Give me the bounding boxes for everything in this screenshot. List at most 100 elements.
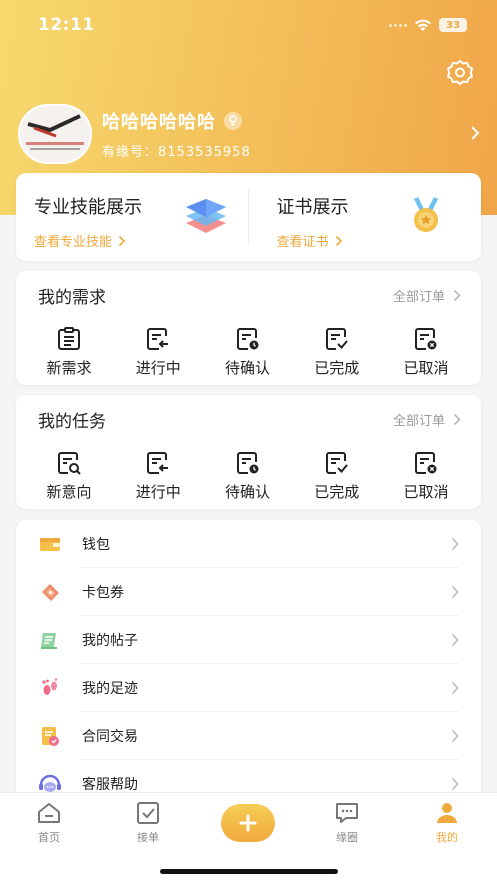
profile-id-value: 8153535958 [158, 145, 251, 160]
wallet-icon [38, 532, 62, 556]
task-pending-label: 待确认 [224, 483, 270, 501]
profile-icon [437, 803, 457, 823]
tab-mine[interactable]: 我的 [417, 801, 477, 845]
menu-label-footprints: 我的足迹 [82, 681, 138, 697]
add-icon [239, 814, 257, 832]
demand-header: 我的需求 全部订单 [16, 271, 481, 308]
menu-item-wallet[interactable]: 钱包 [16, 520, 481, 568]
signal-icon [389, 23, 407, 27]
demand-cancelled-label: 已取消 [403, 359, 449, 377]
menu-item-coupons[interactable]: 卡包券 [16, 568, 481, 616]
demand-cancelled[interactable]: 已取消 [391, 326, 461, 378]
search-doc-icon [58, 452, 81, 475]
in-progress-icon [147, 452, 169, 474]
battery-indicator: 33 [439, 18, 467, 32]
task-header: 我的任务 全部订单 [16, 395, 481, 432]
menu-label-coupons: 卡包券 [82, 585, 124, 601]
gender-female-icon [224, 112, 242, 130]
in-progress-icon [147, 328, 169, 350]
cancelled-icon [415, 328, 437, 350]
pending-confirm-icon [236, 452, 258, 474]
task-completed-label: 已完成 [314, 483, 360, 501]
menu-label-wallet: 钱包 [82, 537, 110, 553]
view-certs-label: 查看证书 [276, 235, 329, 250]
profile-id: 有缘号：8153535958 [102, 141, 251, 160]
view-certs-link[interactable]: 查看证书 [277, 231, 482, 250]
medal-icon [413, 197, 438, 232]
chat-icon [336, 803, 358, 823]
footprint-icon [38, 676, 62, 700]
certs-title: 证书展示 [276, 197, 349, 218]
chevron-right-icon [453, 289, 461, 302]
task-all-orders-link[interactable]: 全部订单 [393, 410, 461, 429]
contract-icon [38, 724, 62, 748]
add-button[interactable] [221, 804, 275, 842]
cancelled-icon [415, 452, 437, 474]
clipboard-icon [58, 327, 80, 350]
view-skills-label: 查看专业技能 [34, 235, 113, 250]
task-cancelled-label: 已取消 [403, 483, 449, 501]
pending-confirm-icon [236, 328, 258, 350]
avatar-image [20, 106, 90, 162]
chevron-right-icon [451, 585, 459, 599]
task-pending[interactable]: 待确认 [213, 450, 283, 502]
tab-accept-order[interactable]: 接单 [118, 801, 178, 845]
skills-showcase[interactable]: 专业技能展示 查看专业技能 [16, 173, 239, 261]
demand-new[interactable]: 新需求 [34, 326, 104, 378]
chevron-right-icon [335, 235, 342, 246]
home-icon [38, 803, 60, 823]
status-bar: 12:11 33 [0, 0, 497, 50]
demand-in-progress[interactable]: 进行中 [123, 326, 193, 378]
status-indicators: 33 [389, 18, 467, 32]
chevron-right-icon [451, 777, 459, 791]
profile-row[interactable]: 哈哈哈哈哈哈 有缘号：8153535958 [18, 103, 480, 165]
tab-accept-order-label: 接单 [137, 831, 159, 844]
tab-circle[interactable]: 缘圈 [317, 801, 377, 845]
task-in-progress[interactable]: 进行中 [123, 450, 193, 502]
chevron-right-icon [453, 413, 461, 426]
task-all-orders-label: 全部订单 [392, 414, 445, 429]
menu-item-contracts[interactable]: 合同交易 [16, 712, 481, 760]
task-completed[interactable]: 已完成 [302, 450, 372, 502]
status-time: 12:11 [38, 15, 95, 35]
demand-title: 我的需求 [38, 288, 106, 308]
menu-list: 钱包 卡包券 我的帖子 我的足迹 合同交易 客服帮助 [16, 520, 481, 810]
settings-button[interactable] [445, 58, 475, 88]
certs-showcase[interactable]: 证书展示 查看证书 [239, 173, 482, 261]
menu-label-contracts: 合同交易 [82, 729, 138, 745]
demand-completed[interactable]: 已完成 [302, 326, 372, 378]
task-cancelled[interactable]: 已取消 [391, 450, 461, 502]
my-demand-card: 我的需求 全部订单 新需求 进行中 待确认 已完成 已取消 [16, 271, 481, 385]
task-new-intent-label: 新意向 [46, 483, 92, 501]
completed-icon [325, 452, 348, 474]
tab-mine-label: 我的 [436, 831, 458, 844]
wifi-icon [415, 19, 431, 31]
demand-all-orders-label: 全部订单 [392, 290, 445, 305]
avatar[interactable] [18, 104, 92, 164]
chevron-right-icon [471, 126, 480, 140]
gear-icon [447, 60, 473, 85]
demand-completed-label: 已完成 [314, 359, 360, 377]
post-icon [38, 628, 62, 652]
task-title: 我的任务 [38, 412, 106, 432]
chevron-right-icon [451, 729, 459, 743]
demand-pending-label: 待确认 [224, 359, 270, 377]
layers-icon [186, 199, 226, 233]
profile-name-row: 哈哈哈哈哈哈 [102, 108, 251, 134]
tab-home-label: 首页 [38, 831, 60, 844]
menu-item-posts[interactable]: 我的帖子 [16, 616, 481, 664]
showcase-card: 专业技能展示 查看专业技能 证书展示 查看证书 [16, 173, 481, 261]
profile-info: 哈哈哈哈哈哈 有缘号：8153535958 [102, 108, 251, 160]
demand-pending[interactable]: 待确认 [213, 326, 283, 378]
menu-item-footprints[interactable]: 我的足迹 [16, 664, 481, 712]
chevron-right-icon [451, 681, 459, 695]
home-indicator [160, 869, 338, 874]
accept-order-icon [137, 802, 159, 824]
task-status-grid: 新意向 进行中 待确认 已完成 已取消 [16, 432, 481, 502]
completed-icon [325, 328, 348, 350]
tab-home[interactable]: 首页 [19, 801, 79, 845]
chevron-right-icon [118, 235, 126, 246]
my-task-card: 我的任务 全部订单 新意向 进行中 待确认 已完成 已取消 [16, 395, 481, 509]
demand-all-orders-link[interactable]: 全部订单 [393, 286, 461, 305]
task-new-intent[interactable]: 新意向 [34, 450, 104, 502]
